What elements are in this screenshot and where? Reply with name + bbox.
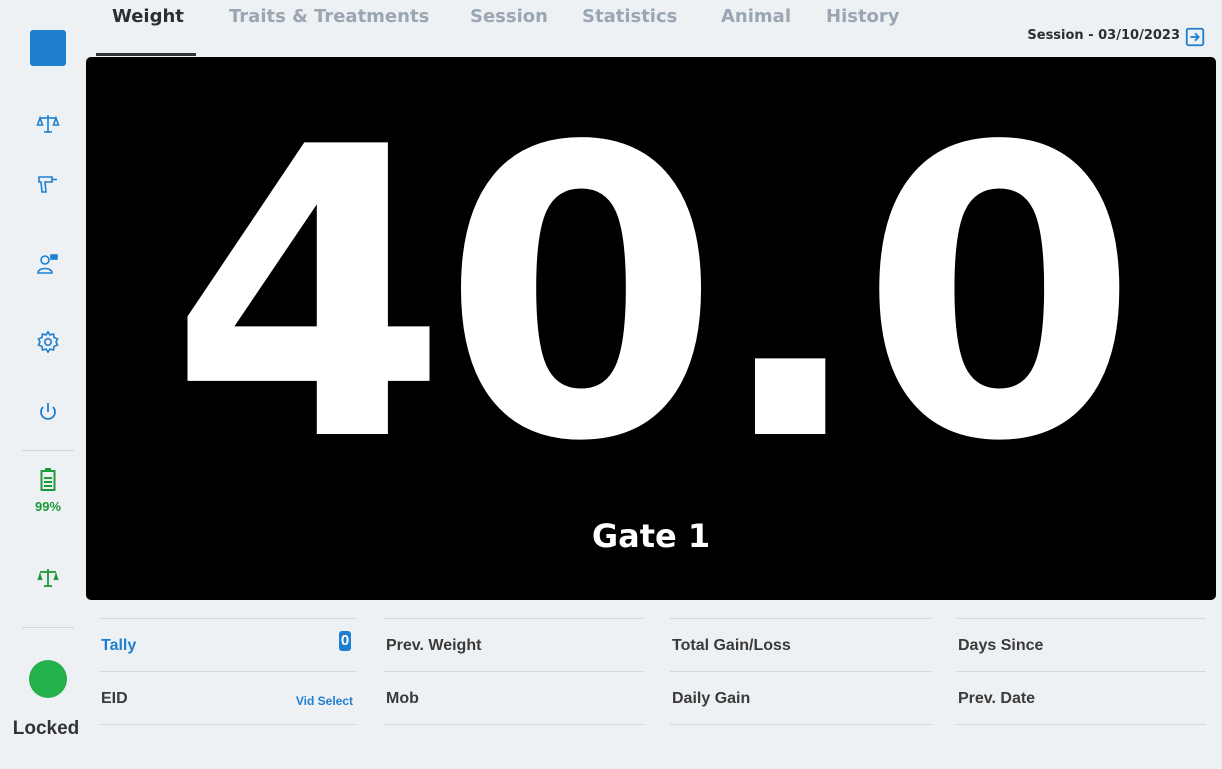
prev-date-label: Prev. Date — [958, 690, 1036, 707]
session-date: Session - 03/10/2023 — [1027, 28, 1180, 43]
tally-count: 0 — [339, 631, 351, 651]
eid-label: EID — [101, 690, 128, 707]
scale-status-icon — [30, 560, 66, 596]
sidebar: 99% Locked — [0, 0, 92, 769]
gate-label: Gate 1 — [591, 517, 711, 555]
tally-row: Tally 0 — [99, 618, 357, 671]
weight-value: 40.0 — [169, 64, 1139, 529]
logo — [30, 30, 66, 66]
total-gain-row: Total Gain/Loss — [670, 618, 932, 671]
tab-weight[interactable]: Weight — [112, 0, 184, 35]
tab-statistics[interactable]: Statistics — [582, 0, 677, 35]
tally-label: Tally — [101, 637, 137, 654]
days-since-row: Days Since — [956, 618, 1206, 671]
info-column-1: Tally 0 EID Vid Select — [99, 618, 357, 725]
power-icon[interactable] — [30, 394, 66, 430]
daily-gain-label: Daily Gain — [672, 690, 751, 707]
battery-status: 99% — [24, 468, 72, 514]
info-column-2: Prev. Weight Mob — [384, 618, 644, 725]
weight-display: 40.0 Gate 1 — [86, 57, 1216, 600]
sidebar-divider — [22, 450, 74, 451]
tab-traits-treatments[interactable]: Traits & Treatments — [229, 0, 429, 35]
exit-icon[interactable] — [1184, 26, 1206, 48]
mob-row: Mob — [384, 671, 644, 725]
daily-gain-row: Daily Gain — [670, 671, 932, 725]
vid-select-link[interactable]: Vid Select — [296, 694, 353, 708]
info-column-4: Days Since Prev. Date — [956, 618, 1206, 725]
sidebar-divider — [22, 627, 74, 628]
prev-weight-label: Prev. Weight — [386, 637, 482, 654]
lock-status-label: Locked — [12, 718, 80, 739]
active-tab-indicator — [96, 53, 196, 56]
eid-row: EID Vid Select — [99, 671, 357, 725]
battery-icon — [40, 468, 56, 491]
gun-icon[interactable] — [30, 166, 66, 202]
days-since-label: Days Since — [958, 637, 1044, 654]
tab-session[interactable]: Session — [470, 0, 548, 35]
tab-animal[interactable]: Animal — [721, 0, 791, 35]
tab-history[interactable]: History — [826, 0, 900, 35]
mob-label: Mob — [386, 690, 419, 707]
prev-date-row: Prev. Date — [956, 671, 1206, 725]
scale-icon[interactable] — [30, 106, 66, 142]
gear-icon[interactable] — [30, 324, 66, 360]
battery-percent: 99% — [34, 499, 62, 514]
user-flag-icon[interactable] — [30, 246, 66, 282]
lock-status-indicator — [29, 660, 67, 698]
prev-weight-row: Prev. Weight — [384, 618, 644, 671]
info-column-3: Total Gain/Loss Daily Gain — [670, 618, 932, 725]
total-gain-label: Total Gain/Loss — [672, 637, 791, 654]
